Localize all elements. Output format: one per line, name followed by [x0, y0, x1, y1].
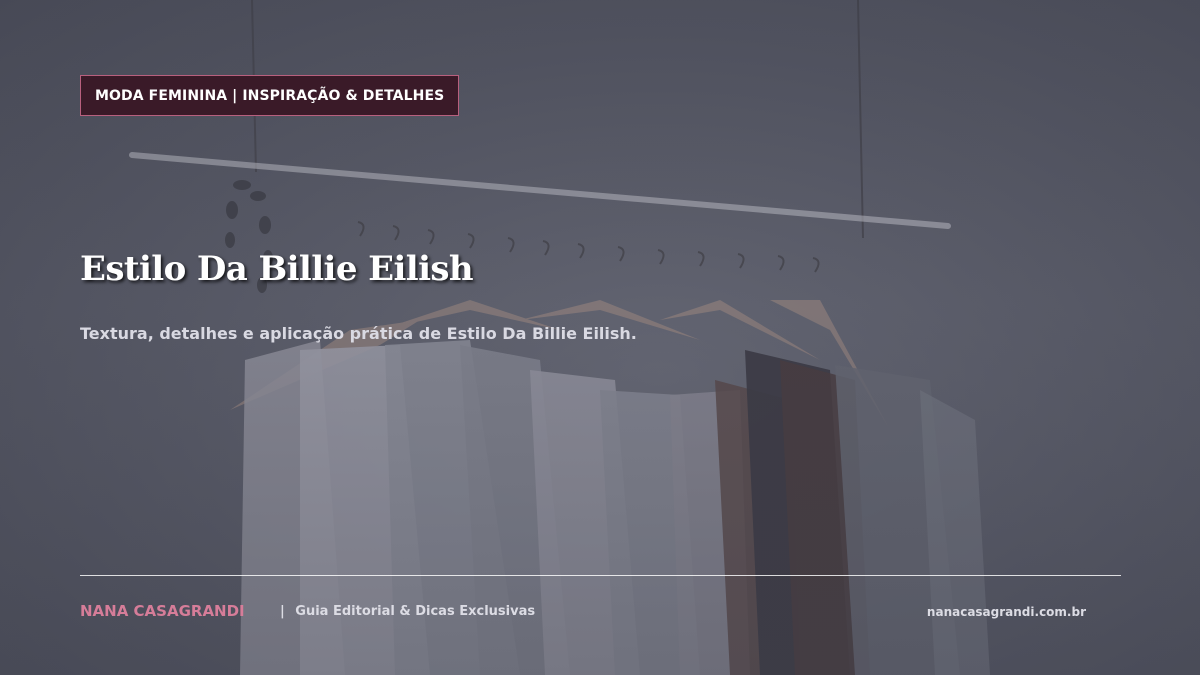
tagline-separator: | — [280, 604, 285, 619]
brand-name: NANA CASAGRANDI — [80, 602, 245, 620]
footer-divider — [80, 575, 1121, 576]
site-url[interactable]: nanacasagrandi.com.br — [927, 605, 1086, 619]
page-title: Estilo Da Billie Eilish — [80, 249, 474, 289]
footer-tagline: | Guia Editorial & Dicas Exclusivas — [280, 604, 535, 619]
hero-banner: MODA FEMININA | INSPIRAÇÃO & DETALHES Es… — [0, 0, 1200, 675]
category-badge: MODA FEMININA | INSPIRAÇÃO & DETALHES — [80, 75, 460, 116]
page-subtitle: Textura, detalhes e aplicação prática de… — [80, 324, 637, 343]
tagline-text: Guia Editorial & Dicas Exclusivas — [295, 604, 536, 619]
